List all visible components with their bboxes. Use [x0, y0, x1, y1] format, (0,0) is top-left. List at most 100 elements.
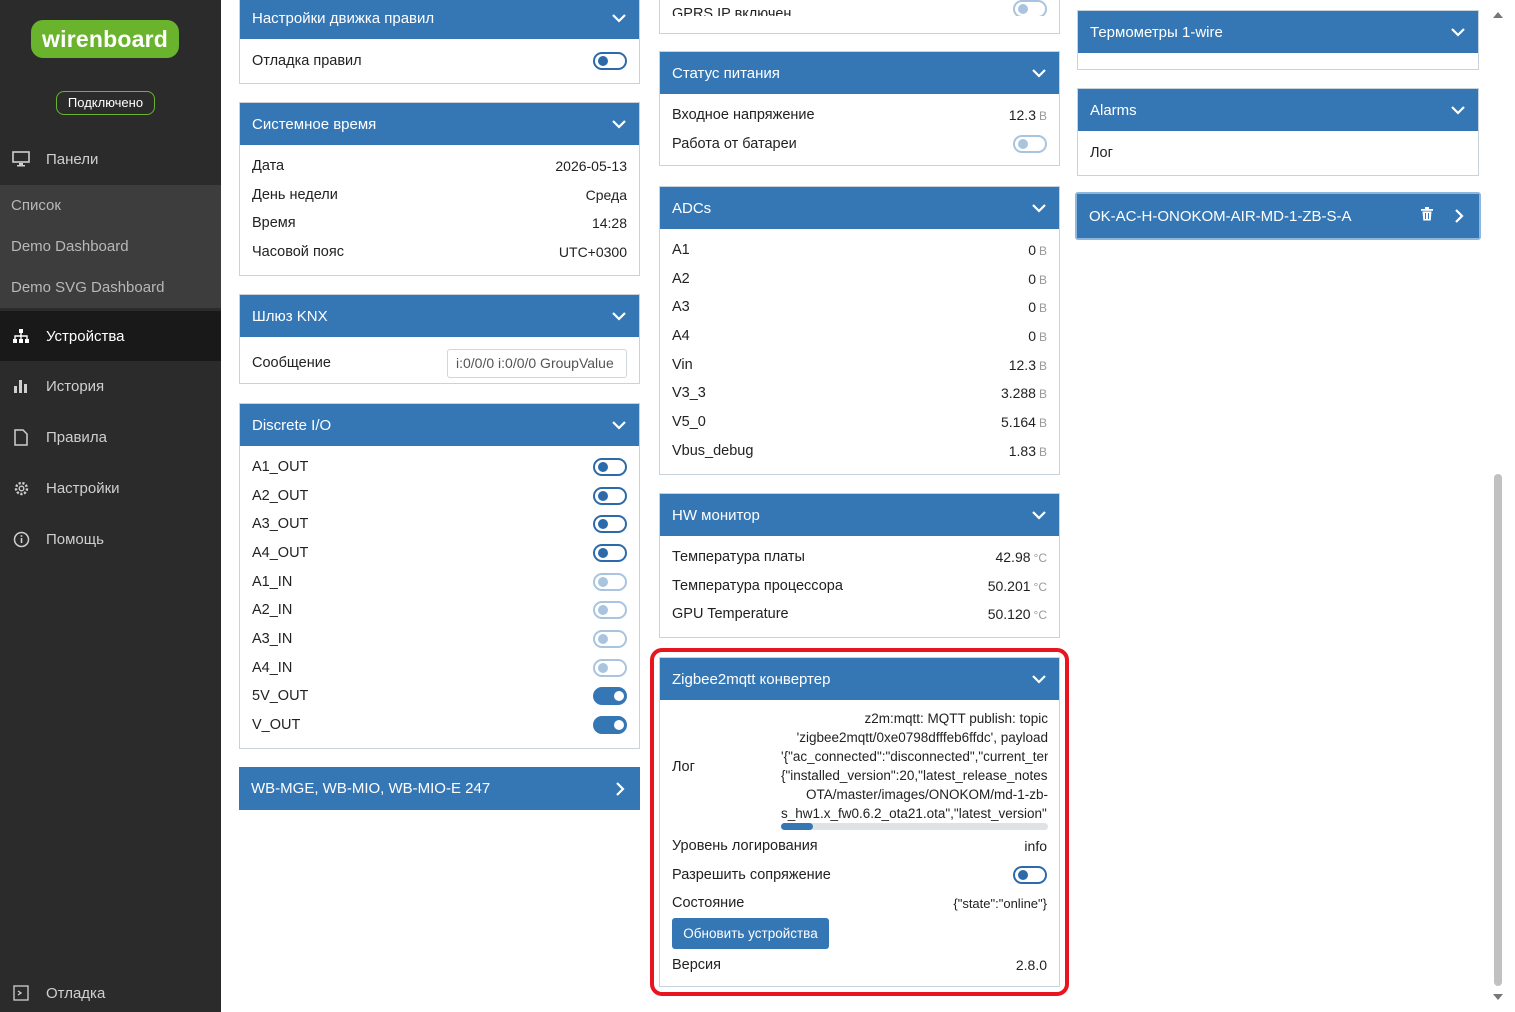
update-devices-button[interactable]: Обновить устройства: [672, 918, 829, 949]
wb-mge-card[interactable]: WB-MGE, WB-MIO, WB-MIO-E 247: [239, 767, 640, 810]
a3-out-toggle[interactable]: [593, 515, 627, 533]
adc-a3-row: A3 0 В: [672, 295, 1047, 319]
alarms-card: Alarms Лог: [1077, 88, 1479, 176]
board-temp-row: Температура платы 42.98 °C: [672, 545, 1047, 569]
alarms-header[interactable]: Alarms: [1078, 89, 1478, 131]
card-title: Alarms: [1090, 101, 1137, 119]
zigbee2mqtt-card: Zigbee2mqtt конвертер Лог z2m:mqtt: MQTT…: [659, 657, 1060, 987]
debug-icon: [11, 983, 31, 1003]
nav-settings[interactable]: Настройки: [0, 465, 221, 511]
wirenboard-logo[interactable]: wirenboard: [31, 20, 179, 58]
row-label: A1_OUT: [252, 459, 309, 475]
row-label: GPRS IP включен: [672, 6, 792, 16]
time-row: Время 14:28: [252, 211, 627, 235]
discrete-io-header[interactable]: Discrete I/O: [240, 404, 639, 446]
power-status-card: Статус питания Входное напряжение 12.3 В Р…: [659, 51, 1060, 166]
row-label: День недели: [252, 187, 338, 203]
nav-rules-label: Правила: [46, 428, 107, 446]
row-label: A2_IN: [252, 602, 293, 618]
discrete-io-card: Discrete I/O A1_OUT A2_OUT A3_OUT A4_OUT…: [239, 403, 640, 749]
row-value: {"state":"online"}: [953, 895, 1047, 911]
scroll-down-arrow[interactable]: [1493, 994, 1503, 1000]
system-time-header[interactable]: Системное время: [240, 103, 639, 145]
chevron-down-icon[interactable]: [611, 116, 627, 132]
5v-out-row: 5V_OUT: [252, 684, 627, 708]
nav-help-label: Помощь: [46, 530, 104, 548]
v-out-toggle[interactable]: [593, 716, 627, 734]
knx-message-input[interactable]: i:0/0/0 i:0/0/0 GroupValue: [447, 348, 627, 378]
dashboard-list-item[interactable]: Список: [0, 185, 221, 226]
trash-icon[interactable]: [1421, 207, 1433, 225]
a3-in-row: A3_IN: [252, 627, 627, 651]
wb-mge-header[interactable]: WB-MGE, WB-MIO, WB-MIO-E 247: [239, 767, 640, 810]
card-title: WB-MGE, WB-MIO, WB-MIO-E 247: [251, 780, 491, 797]
chevron-down-icon[interactable]: [1031, 65, 1047, 81]
log-line: z2m:mqtt: MQTT publish: topic: [864, 711, 1048, 726]
log-viewer[interactable]: z2m:mqtt: MQTT publish: topic 'zigbee2mq…: [781, 709, 1048, 827]
chevron-down-icon[interactable]: [611, 417, 627, 433]
chevron-down-icon[interactable]: [611, 308, 627, 324]
dashboard-demo-item[interactable]: Demo Dashboard: [0, 226, 221, 267]
nav-help[interactable]: Помощь: [0, 516, 221, 562]
dashboard-demo-svg-item[interactable]: Demo SVG Dashboard: [0, 267, 221, 308]
chevron-down-icon[interactable]: [1031, 507, 1047, 523]
nav-settings-label: Настройки: [46, 479, 120, 497]
row-value: 12.3: [1008, 107, 1036, 123]
a2-out-toggle[interactable]: [593, 487, 627, 505]
nav-devices[interactable]: Устройства: [0, 311, 221, 361]
adc-v3-3-row: V3_3 3.288 В: [672, 381, 1047, 405]
row-value: 0: [1028, 271, 1036, 287]
device-card[interactable]: OK-AC-H-ONOKOM-AIR-MD-1-ZB-S-A: [1075, 192, 1481, 240]
row-label: A3_OUT: [252, 516, 309, 532]
5v-out-toggle[interactable]: [593, 687, 627, 705]
chevron-down-icon[interactable]: [1031, 200, 1047, 216]
chevron-down-icon[interactable]: [1450, 102, 1466, 118]
scroll-up-arrow[interactable]: [1493, 12, 1503, 18]
permit-join-toggle[interactable]: [1013, 866, 1047, 884]
v-out-row: V_OUT: [252, 713, 627, 737]
adc-v5-0-row: V5_0 5.164 В: [672, 410, 1047, 434]
rules-engine-header[interactable]: Настройки движка правил: [240, 0, 639, 39]
row-unit: °C: [1033, 580, 1047, 594]
log-scrollbar-thumb[interactable]: [781, 823, 814, 830]
knx-gateway-header[interactable]: Шлюз KNX: [240, 295, 639, 337]
row-value: UTC+0300: [558, 244, 627, 260]
row-value: 0: [1028, 242, 1036, 258]
onewire-header[interactable]: Термометры 1-wire: [1078, 11, 1478, 53]
chevron-right-icon[interactable]: [612, 781, 628, 797]
power-status-header[interactable]: Статус питания: [660, 52, 1059, 94]
a4-out-toggle[interactable]: [593, 544, 627, 562]
row-value: 0: [1028, 299, 1036, 315]
row-label: A1_IN: [252, 574, 293, 590]
nav-debug-label: Отладка: [46, 984, 106, 1002]
nav-debug[interactable]: Отладка: [0, 970, 221, 1012]
rules-debug-toggle[interactable]: [593, 52, 627, 70]
page-scrollbar-thumb[interactable]: [1494, 474, 1502, 986]
log-scrollbar[interactable]: [781, 823, 1048, 830]
row-label: Дата: [252, 158, 285, 174]
row-label: Часовой пояс: [252, 244, 344, 260]
rules-engine-card: Настройки движка правил Отладка правил: [239, 0, 640, 84]
row-label: A4: [672, 328, 690, 344]
chevron-down-icon[interactable]: [1450, 24, 1466, 40]
a1-out-toggle[interactable]: [593, 458, 627, 476]
device-header[interactable]: OK-AC-H-ONOKOM-AIR-MD-1-ZB-S-A: [1077, 194, 1479, 238]
row-label: V_OUT: [252, 717, 301, 733]
nav-history[interactable]: История: [0, 363, 221, 409]
chevron-down-icon[interactable]: [1031, 671, 1047, 687]
row-label: A4_IN: [252, 660, 293, 676]
log-line: '{"ac_connected":"disconnected","current…: [781, 749, 1048, 764]
nav-rules[interactable]: Правила: [0, 414, 221, 460]
row-label: Работа от батареи: [672, 136, 797, 152]
zigbee2mqtt-header[interactable]: Zigbee2mqtt конвертер: [660, 658, 1059, 700]
gpu-temp-row: GPU Temperature 50.120 °C: [672, 602, 1047, 626]
log-line: OTA/master/images/ONOKOM/md-1-zb-: [805, 787, 1048, 802]
page-scrollbar[interactable]: [1491, 0, 1503, 1012]
chevron-right-icon[interactable]: [1451, 208, 1467, 224]
row-value: 5.164: [1000, 414, 1036, 430]
hw-monitor-header[interactable]: HW монитор: [660, 494, 1059, 536]
adcs-header[interactable]: ADCs: [660, 187, 1059, 229]
chevron-down-icon[interactable]: [611, 10, 627, 26]
card-title: Discrete I/O: [252, 416, 332, 434]
nav-panels[interactable]: Панели: [0, 136, 221, 182]
